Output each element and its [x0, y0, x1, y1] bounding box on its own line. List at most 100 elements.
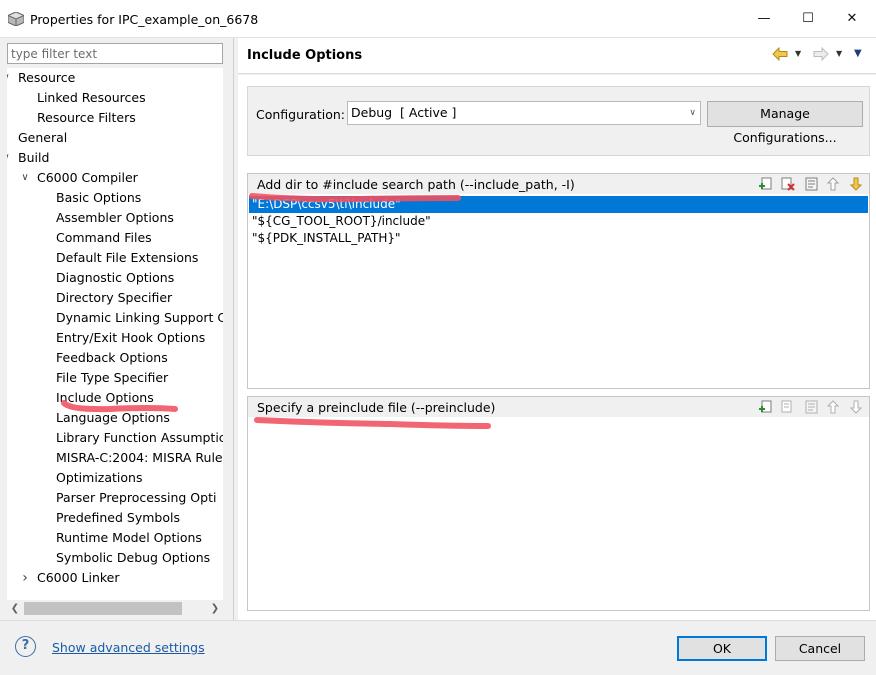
- tree-item[interactable]: Default File Extensions: [7, 248, 223, 268]
- chevron-down-icon[interactable]: ∨: [19, 168, 31, 188]
- preinclude-list[interactable]: [248, 417, 869, 610]
- tree-item-label: C6000 Linker: [37, 570, 120, 585]
- chevron-right-icon[interactable]: ›: [19, 568, 31, 588]
- include-path-panel: Add dir to #include search path (--inclu…: [247, 173, 870, 389]
- include-path-panel-header: Add dir to #include search path (--inclu…: [248, 174, 869, 194]
- tree-item-label: C6000 Compiler: [37, 170, 138, 185]
- scroll-right-arrow-icon[interactable]: ❯: [207, 600, 223, 617]
- tree-item[interactable]: Language Options: [7, 408, 223, 428]
- tree-item[interactable]: General: [7, 128, 223, 148]
- tree-item[interactable]: Dynamic Linking Support C: [7, 308, 223, 328]
- preinclude-panel-header: Specify a preinclude file (--preinclude): [248, 397, 869, 417]
- ok-button[interactable]: OK: [677, 636, 767, 661]
- include-path-item[interactable]: "${PDK_INSTALL_PATH}": [249, 230, 401, 247]
- help-icon[interactable]: ?: [15, 636, 36, 657]
- configuration-label: Configuration:: [256, 107, 345, 122]
- tree-item[interactable]: ∨ Build: [7, 148, 223, 168]
- tree-item[interactable]: File Type Specifier: [7, 368, 223, 388]
- tree-item[interactable]: Include Options: [7, 388, 223, 408]
- tree-item[interactable]: Directory Specifier: [7, 288, 223, 308]
- tree-item-label: Command Files: [56, 230, 152, 245]
- include-path-item[interactable]: "E:\DSP\ccsv5\ti\include": [249, 196, 868, 213]
- move-down-icon[interactable]: [849, 177, 863, 191]
- tree-item-label: Default File Extensions: [56, 250, 199, 265]
- tree-item[interactable]: Runtime Model Options: [7, 528, 223, 548]
- preinclude-panel: Specify a preinclude file (--preinclude): [247, 396, 870, 611]
- tree-item-label: Diagnostic Options: [56, 270, 175, 285]
- delete-icon[interactable]: [781, 177, 795, 191]
- tree-item-label: Optimizations: [56, 470, 143, 485]
- tree-item[interactable]: Command Files: [7, 228, 223, 248]
- manage-configurations-button[interactable]: Manage Configurations...: [707, 101, 863, 145]
- view-menu-icon[interactable]: ▼: [854, 48, 862, 59]
- tree-item-label: Feedback Options: [56, 350, 168, 365]
- tree-item-label: Linked Resources: [37, 90, 146, 105]
- back-arrow-icon[interactable]: [772, 47, 788, 61]
- tree-item[interactable]: Feedback Options: [7, 348, 223, 368]
- minimize-button[interactable]: —: [742, 0, 786, 38]
- tree-item-label: General: [18, 130, 68, 145]
- scrollbar-thumb[interactable]: [24, 602, 182, 615]
- tree-item[interactable]: ∨ Resource: [7, 68, 223, 88]
- tree-item-label: Basic Options: [56, 190, 142, 205]
- tree-item[interactable]: Symbolic Debug Options: [7, 548, 223, 568]
- configuration-group: Configuration: Debug [ Active ] ∨ Manage…: [247, 86, 870, 156]
- edit-icon[interactable]: [805, 177, 819, 191]
- pane-divider[interactable]: [233, 38, 234, 620]
- tree-item[interactable]: Predefined Symbols: [7, 508, 223, 528]
- delete-icon[interactable]: [781, 400, 795, 414]
- tree-item-label: Assembler Options: [56, 210, 174, 225]
- tree-item-label: Parser Preprocessing Opti: [56, 490, 217, 505]
- tree-item-label: Dynamic Linking Support C: [56, 310, 223, 325]
- add-icon[interactable]: [759, 400, 773, 414]
- tree-item[interactable]: Parser Preprocessing Opti: [7, 488, 223, 508]
- title-bar: Properties for IPC_example_on_6678 — ☐ ✕: [0, 0, 876, 38]
- cancel-button[interactable]: Cancel: [775, 636, 865, 661]
- add-icon[interactable]: [759, 177, 773, 191]
- dialog-button-bar: ? Show advanced settings OK Cancel: [0, 620, 876, 675]
- chevron-down-icon[interactable]: ∨: [7, 68, 12, 88]
- tree-item-label: Resource: [18, 70, 76, 85]
- tree-item-label: Runtime Model Options: [56, 530, 202, 545]
- tree-item[interactable]: › C6000 Linker: [7, 568, 223, 588]
- tree-item[interactable]: Assembler Options: [7, 208, 223, 228]
- tree-item-label: MISRA-C:2004: MISRA Rule: [56, 450, 223, 465]
- tree-item[interactable]: ∨ C6000 Compiler: [7, 168, 223, 188]
- tree-horizontal-scrollbar[interactable]: ❮ ❯: [7, 600, 223, 617]
- scroll-left-arrow-icon[interactable]: ❮: [7, 600, 23, 617]
- include-path-panel-title: Add dir to #include search path (--inclu…: [257, 177, 575, 192]
- filter-input[interactable]: [7, 43, 223, 64]
- property-tree[interactable]: ∨ Resource Linked Resources Resource Filter…: [7, 68, 223, 600]
- include-path-item[interactable]: "${CG_TOOL_ROOT}/include": [249, 213, 431, 230]
- close-button[interactable]: ✕: [830, 0, 874, 38]
- tree-item-label: Library Function Assumptic: [56, 430, 223, 445]
- chevron-down-icon[interactable]: ∨: [7, 148, 12, 168]
- tree-item-label: Symbolic Debug Options: [56, 550, 211, 565]
- tree-item-label: Predefined Symbols: [56, 510, 180, 525]
- chevron-down-icon: ∨: [689, 108, 696, 118]
- tree-item-label: File Type Specifier: [56, 370, 169, 385]
- tree-item[interactable]: Optimizations: [7, 468, 223, 488]
- tree-item[interactable]: Library Function Assumptic: [7, 428, 223, 448]
- tree-item-label: Include Options: [56, 390, 154, 405]
- maximize-button[interactable]: ☐: [786, 0, 830, 38]
- tree-item[interactable]: Linked Resources: [7, 88, 223, 108]
- configuration-select[interactable]: Debug [ Active ] ∨: [347, 101, 701, 125]
- tree-item[interactable]: Diagnostic Options: [7, 268, 223, 288]
- app-icon: [8, 12, 24, 26]
- tree-item[interactable]: Resource Filters: [7, 108, 223, 128]
- preinclude-panel-title: Specify a preinclude file (--preinclude): [257, 400, 496, 415]
- tree-item[interactable]: Entry/Exit Hook Options: [7, 328, 223, 348]
- tree-item-label: Directory Specifier: [56, 290, 173, 305]
- tree-item[interactable]: Basic Options: [7, 188, 223, 208]
- tree-item[interactable]: MISRA-C:2004: MISRA Rule: [7, 448, 223, 468]
- back-history-dropdown-icon[interactable]: ▼: [795, 49, 801, 58]
- move-up-icon[interactable]: [826, 400, 840, 414]
- move-down-icon[interactable]: [849, 400, 863, 414]
- forward-history-dropdown-icon[interactable]: ▼: [836, 49, 842, 58]
- edit-icon[interactable]: [805, 400, 819, 414]
- show-advanced-settings-link[interactable]: Show advanced settings: [52, 640, 205, 655]
- tree-item-label: Resource Filters: [37, 110, 136, 125]
- move-up-icon[interactable]: [826, 177, 840, 191]
- forward-arrow-icon[interactable]: [813, 47, 829, 61]
